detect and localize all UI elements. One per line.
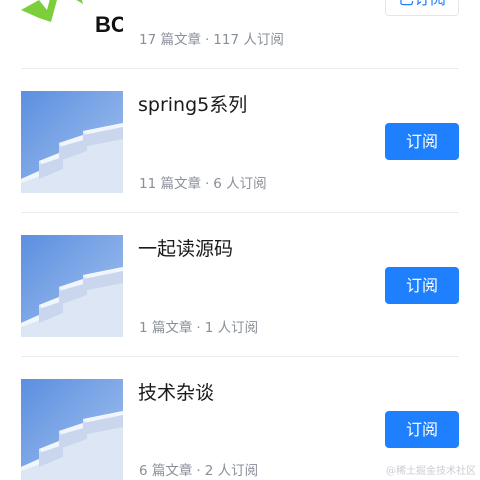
- watermark: @稀土掘金技术社区: [386, 466, 476, 477]
- article-count: 17 篇文章: [139, 32, 201, 48]
- column-item[interactable]: BC 已订阅 17 篇文章·117 人订阅: [0, 0, 480, 68]
- subscriber-count: 117 人订阅: [213, 32, 284, 48]
- subscriber-count: 6 人订阅: [213, 176, 267, 192]
- column-title[interactable]: spring5系列: [138, 93, 247, 117]
- column-meta: 11 篇文章 · 6 人订阅: [139, 175, 267, 193]
- article-count: 1 篇文章: [139, 320, 193, 336]
- logo-text: BC: [95, 12, 123, 37]
- subscribed-button[interactable]: 已订阅: [385, 0, 459, 16]
- article-count: 11 篇文章: [139, 176, 201, 192]
- column-item[interactable]: spring5系列 订阅 11 篇文章 · 6 人订阅: [0, 69, 480, 212]
- column-meta: 1 篇文章 · 1 人订阅: [139, 319, 258, 337]
- column-title[interactable]: 一起读源码: [138, 237, 233, 261]
- subscribe-button[interactable]: 订阅: [385, 123, 459, 160]
- stairs-illustration-icon: [21, 91, 123, 193]
- subscribe-button[interactable]: 订阅: [385, 411, 459, 448]
- logo-icon: BC: [21, 0, 123, 37]
- column-cover: [21, 91, 123, 193]
- column-cover: [21, 379, 123, 480]
- column-cover-logo: BC: [21, 0, 123, 52]
- article-count: 6 篇文章: [139, 463, 193, 479]
- stairs-illustration-icon: [21, 379, 123, 480]
- column-item[interactable]: 一起读源码 订阅 1 篇文章 · 1 人订阅: [0, 213, 480, 356]
- meta-separator: ·: [196, 463, 201, 479]
- subscriber-count: 2 人订阅: [204, 463, 259, 479]
- subscriber-count: 1 人订阅: [204, 320, 259, 336]
- subscribe-button[interactable]: 订阅: [385, 267, 459, 304]
- column-meta: 6 篇文章 · 2 人订阅: [139, 462, 258, 480]
- meta-separator: ·: [196, 320, 201, 336]
- meta-separator: ·: [204, 32, 210, 48]
- stairs-illustration-icon: [21, 235, 123, 337]
- column-list-page: BC 已订阅 17 篇文章·117 人订阅: [0, 0, 480, 480]
- meta-separator: ·: [204, 176, 210, 192]
- column-meta: 17 篇文章 · 117 人订阅: [139, 31, 284, 49]
- column-cover: [21, 235, 123, 337]
- column-title[interactable]: 技术杂谈: [138, 381, 214, 405]
